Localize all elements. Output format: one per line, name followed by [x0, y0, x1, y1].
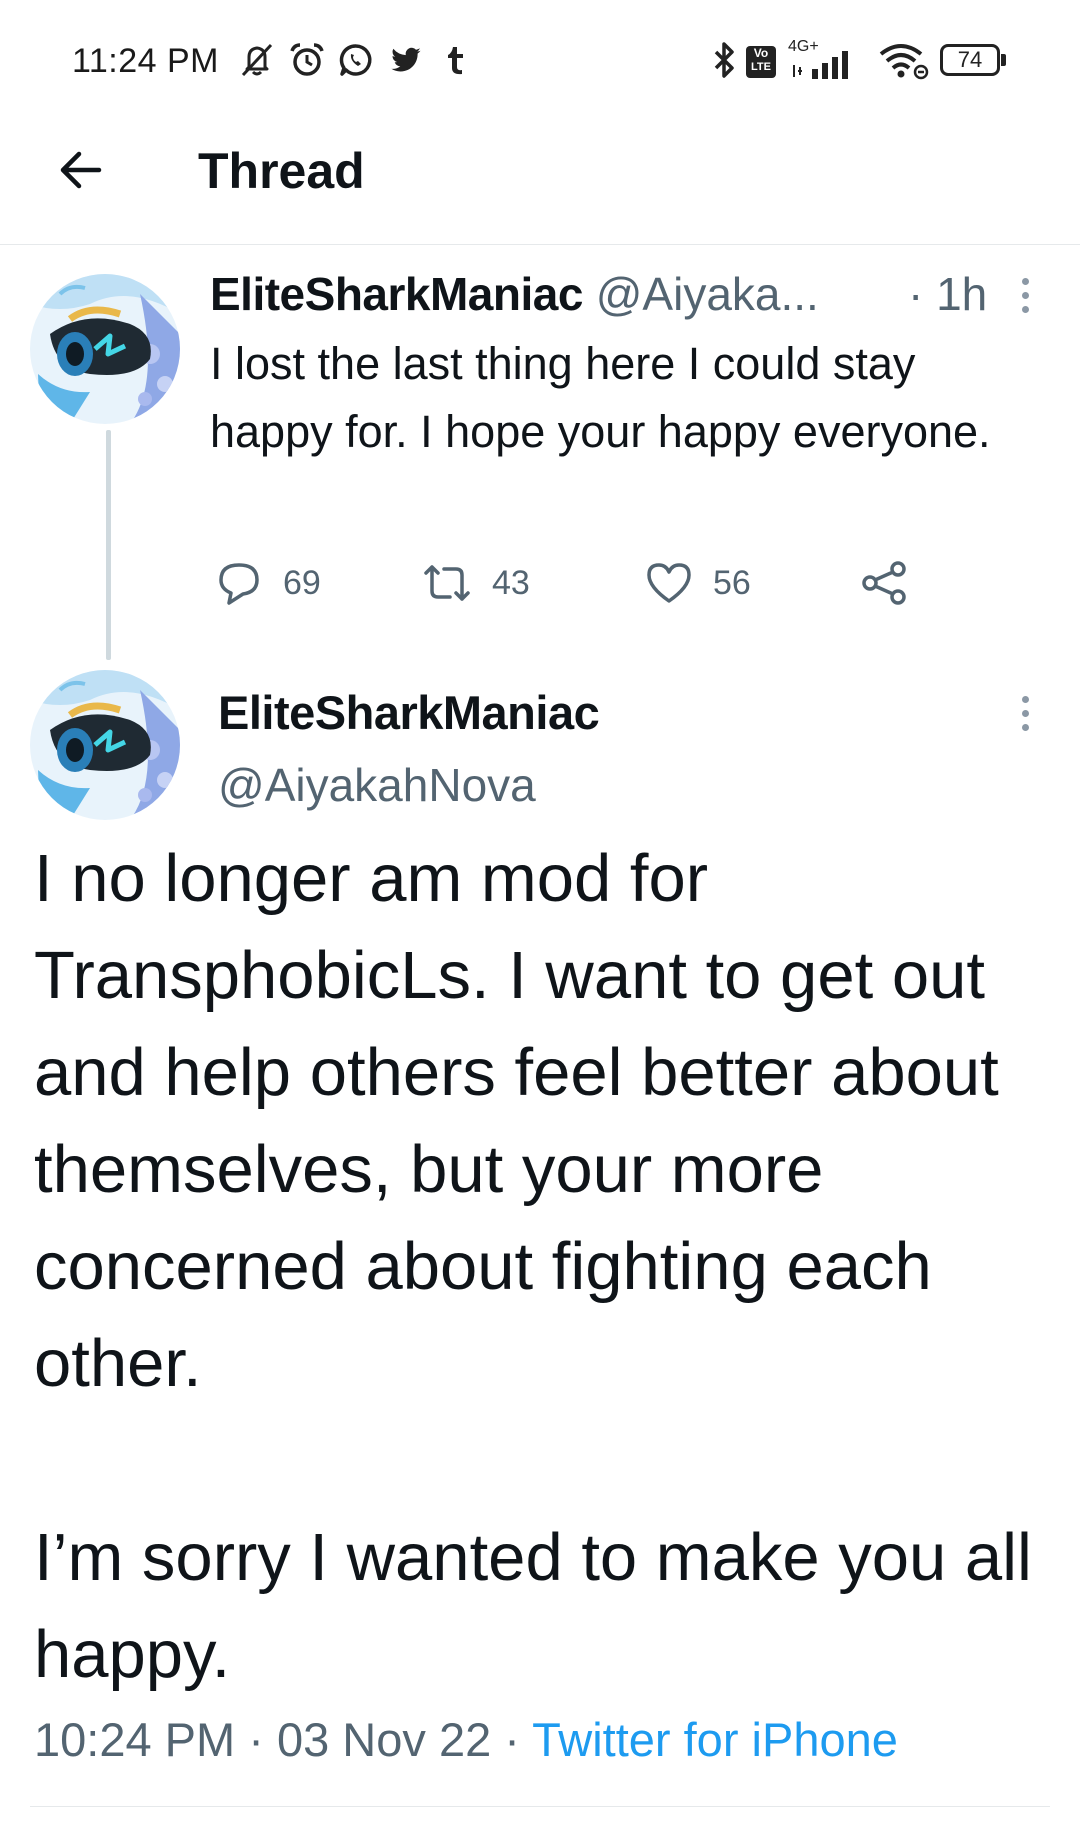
alarm-icon: [287, 40, 327, 80]
tweet1-header: EliteSharkManiac @Aiyaka...: [210, 267, 819, 321]
user-handle[interactable]: @Aiyaka...: [596, 268, 819, 320]
meta-separator: ·: [491, 1713, 533, 1766]
back-button[interactable]: [50, 145, 110, 195]
reply-count: 69: [283, 563, 321, 602]
battery-tip: [1001, 54, 1006, 66]
like-button[interactable]: 56: [645, 556, 751, 610]
display-name[interactable]: EliteSharkManiac: [210, 268, 583, 320]
retweet-count: 43: [492, 563, 530, 602]
shark-avatar-image: [30, 274, 180, 424]
divider: [30, 1806, 1050, 1807]
battery-indicator: 74: [940, 44, 1000, 76]
avatar[interactable]: [30, 670, 180, 820]
retweet-button[interactable]: 43: [422, 556, 530, 610]
battery-level: 74: [957, 47, 983, 72]
tweet-meta: 10:24 PM · 03 Nov 22 · Twitter for iPhon…: [34, 1712, 898, 1767]
back-arrow-icon: [60, 151, 102, 189]
header-bar: [0, 120, 1080, 245]
volte-label: Vo: [753, 46, 769, 60]
tweet-timestamp[interactable]: · 1h: [908, 267, 987, 321]
lte-label: LTE: [751, 61, 771, 73]
reply-button[interactable]: 69: [215, 556, 321, 610]
tweet-text: I no longer am mod for TransphobicLs. I …: [34, 841, 1032, 1692]
meta-separator: ·: [235, 1713, 277, 1766]
retweet-icon: [424, 565, 470, 601]
avatar[interactable]: [30, 274, 180, 424]
share-icon: [862, 561, 906, 605]
more-options-icon[interactable]: [1010, 270, 1040, 320]
shark-avatar-image: [30, 670, 180, 820]
volte-badge: Vo LTE: [746, 46, 776, 78]
heart-icon: [647, 563, 691, 603]
twitter-bird-icon: [386, 40, 426, 80]
page-title: Thread: [198, 143, 365, 199]
bluetooth-icon: [710, 40, 738, 80]
wifi-icon: [876, 40, 932, 80]
muted-bell-icon: [238, 40, 276, 80]
reply-icon: [219, 563, 259, 605]
signal-strength-icon: [790, 48, 860, 80]
more-options-icon[interactable]: [1010, 688, 1040, 738]
tweet-text: I lost the last thing here I could stay …: [210, 338, 991, 457]
tweet-source-link[interactable]: Twitter for iPhone: [532, 1713, 898, 1766]
tweet-date[interactable]: 03 Nov 22: [277, 1713, 491, 1766]
whatsapp-icon: [336, 40, 376, 80]
like-count: 56: [713, 563, 751, 602]
tweet-time[interactable]: 10:24 PM: [34, 1713, 235, 1766]
user-handle[interactable]: @AiyakahNova: [218, 758, 536, 812]
status-time: 11:24 PM: [72, 42, 220, 80]
display-name[interactable]: EliteSharkManiac: [218, 685, 600, 740]
share-button[interactable]: [860, 556, 908, 610]
thread-connector-line: [106, 430, 111, 660]
tumblr-icon: [440, 40, 470, 80]
